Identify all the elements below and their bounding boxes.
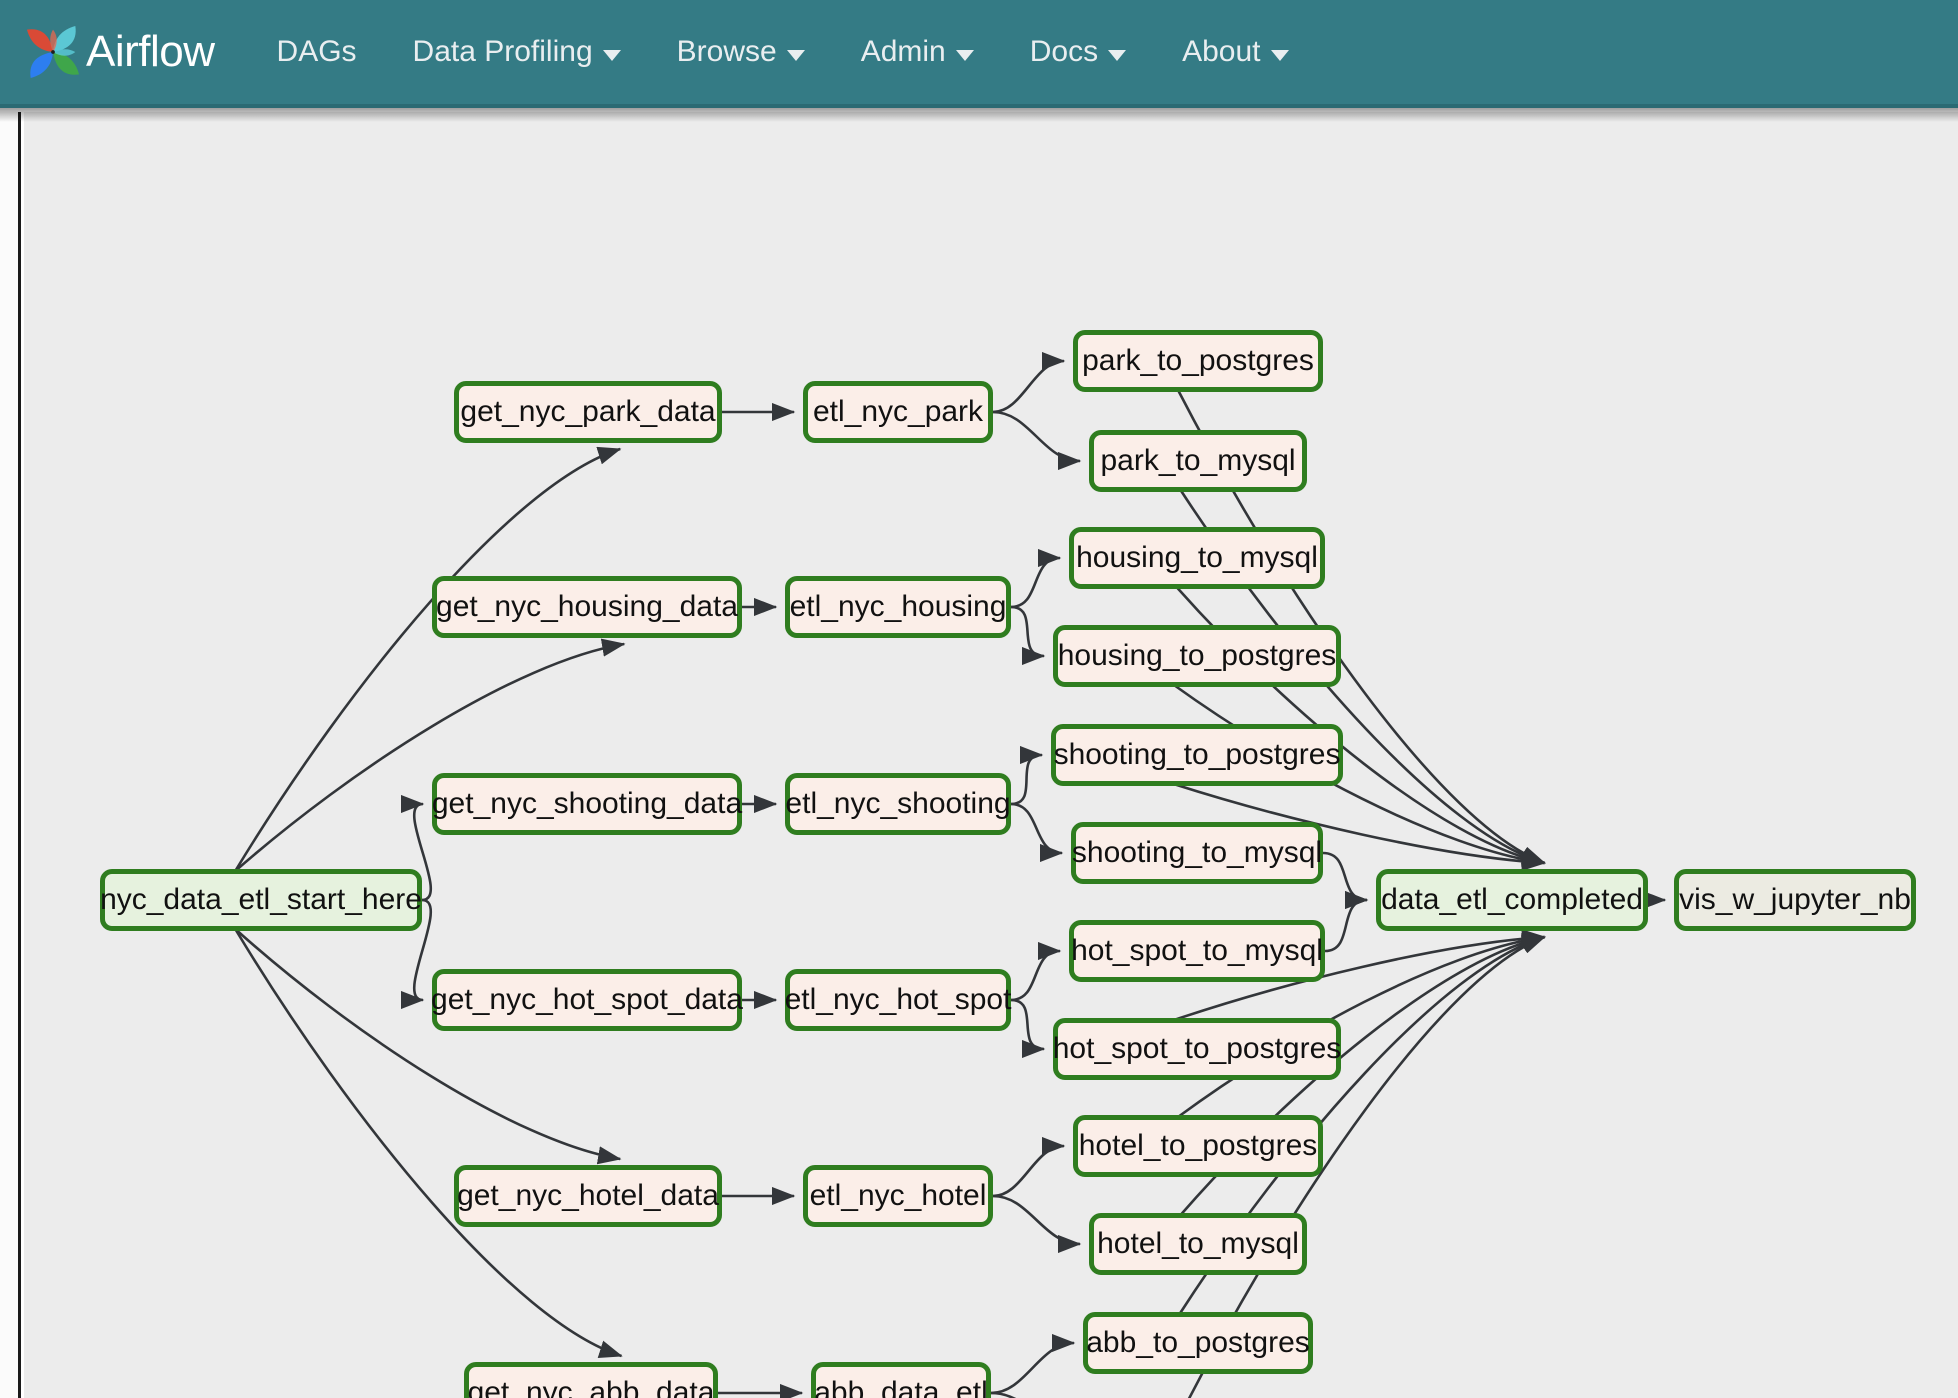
chevron-down-icon [955, 49, 974, 61]
dag-node-label: get_nyc_park_data [460, 395, 716, 428]
dag-node-label: hot_spot_to_mysql [1071, 934, 1323, 967]
page-body: nyc_data_etl_start_here get_nyc_park_data… [0, 112, 1958, 1398]
dag-node-label: park_to_postgres [1082, 344, 1314, 377]
dag-node-abb-data-etl[interactable]: abb_data_etl [811, 1362, 991, 1398]
nav-item-dags[interactable]: DAGs [249, 25, 385, 79]
dag-node-shooting-to-mysql[interactable]: shooting_to_mysql [1071, 822, 1323, 884]
brand-title: Airflow [86, 27, 215, 76]
dag-edge-abb-data-etl--abb-to-mysql [990, 1391, 1016, 1398]
nav-item-label: Browse [676, 35, 777, 68]
dag-node-get-nyc-hot-spot-data[interactable]: get_nyc_hot_spot_data [431, 969, 743, 1031]
dag-node-label: park_to_mysql [1100, 444, 1296, 477]
dag-node-etl-nyc-shooting[interactable]: etl_nyc_shooting [785, 773, 1011, 835]
nav-item-docs[interactable]: Docs [1002, 25, 1154, 79]
dag-node-label: hotel_to_mysql [1097, 1227, 1299, 1260]
dag-node-label: abb_data_etl [814, 1376, 988, 1398]
nav-item-label: About [1182, 35, 1261, 68]
dag-edge-nyc-data-etl-start-here--get-nyc-hotel-data [234, 928, 622, 1165]
dag-graph-canvas[interactable]: nyc_data_etl_start_here get_nyc_park_data… [24, 112, 1958, 1398]
dag-node-park-to-mysql[interactable]: park_to_mysql [1089, 430, 1307, 492]
dag-node-hotel-to-mysql[interactable]: hotel_to_mysql [1089, 1213, 1307, 1275]
nav-item-label: Admin [860, 35, 946, 68]
dag-node-get-nyc-hotel-data[interactable]: get_nyc_hotel_data [454, 1165, 722, 1227]
dag-edge-etl-nyc-shooting--shooting-to-postgres [1010, 745, 1044, 806]
dag-node-hotel-to-postgres[interactable]: hotel_to_postgres [1073, 1115, 1323, 1177]
dag-node-label: hotel_to_postgres [1078, 1129, 1318, 1162]
dag-edge-etl-nyc-hot-spot--hot-spot-to-postgres [1010, 998, 1046, 1059]
dag-node-get-nyc-park-data[interactable]: get_nyc_park_data [454, 381, 722, 443]
dag-node-label: get_nyc_abb_data [467, 1376, 715, 1398]
nav-item-label: Docs [1029, 35, 1099, 68]
dag-edge-etl-nyc-park--park-to-postgres [992, 351, 1066, 414]
dag-node-data-etl-completed[interactable]: data_etl_completed [1376, 869, 1648, 931]
dag-node-abb-to-postgres[interactable]: abb_to_postgres [1083, 1312, 1313, 1374]
dag-node-shooting-to-postgres[interactable]: shooting_to_postgres [1051, 724, 1343, 786]
dag-node-etl-nyc-hotel[interactable]: etl_nyc_hotel [803, 1165, 993, 1227]
dag-node-label: get_nyc_hot_spot_data [431, 983, 743, 1016]
dag-node-label: etl_nyc_park [812, 395, 984, 428]
dag-node-get-nyc-shooting-data[interactable]: get_nyc_shooting_data [432, 773, 742, 835]
dag-node-label: housing_to_mysql [1076, 541, 1318, 574]
dag-node-label: get_nyc_shooting_data [431, 787, 743, 820]
dag-node-get-nyc-housing-data[interactable]: get_nyc_housing_data [432, 576, 742, 638]
dag-node-etl-nyc-housing[interactable]: etl_nyc_housing [785, 576, 1011, 638]
nav-item-label: DAGs [276, 35, 357, 68]
nav-item-data-profiling[interactable]: Data Profiling [385, 25, 649, 79]
chevron-down-icon [786, 49, 805, 61]
dag-node-nyc-data-etl-start-here[interactable]: nyc_data_etl_start_here [100, 869, 422, 931]
dag-edge-abb-data-etl--abb-to-postgres [990, 1333, 1076, 1395]
dag-node-label: shooting_to_postgres [1053, 738, 1341, 771]
brand-home-link[interactable]: Airflow [22, 21, 215, 83]
dag-node-label: get_nyc_housing_data [436, 590, 738, 623]
dag-node-vis-w-jupyter-nb[interactable]: vis_w_jupyter_nb [1674, 869, 1916, 931]
dag-node-label: housing_to_postgres [1057, 639, 1337, 672]
chevron-down-icon [1108, 49, 1127, 61]
dag-node-get-nyc-abb-data[interactable]: get_nyc_abb_data [464, 1362, 718, 1398]
dag-edge-etl-nyc-park--park-to-mysql [992, 410, 1082, 471]
dag-node-park-to-postgres[interactable]: park_to_postgres [1073, 330, 1323, 392]
dag-node-label: nyc_data_etl_start_here [100, 883, 422, 916]
dag-node-housing-to-postgres[interactable]: housing_to_postgres [1053, 625, 1341, 687]
dag-edge-etl-nyc-hotel--hotel-to-postgres [992, 1136, 1066, 1198]
dag-node-label: hot_spot_to_postgres [1052, 1032, 1342, 1065]
nav-item-label: Data Profiling [412, 35, 593, 68]
dag-edge-hot-spot-to-mysql--data-etl-completed [1324, 890, 1369, 953]
dag-edge-etl-nyc-housing--housing-to-mysql [1010, 548, 1062, 609]
chevron-down-icon [602, 49, 621, 61]
dag-node-label: data_etl_completed [1381, 883, 1643, 916]
top-navbar: Airflow DAGs Data Profiling Browse Admin… [0, 0, 1958, 108]
nav-item-admin[interactable]: Admin [833, 25, 1002, 79]
dag-edge-nyc-data-etl-start-here--get-nyc-housing-data [234, 638, 626, 872]
dag-edge-etl-nyc-hot-spot--hot-spot-to-mysql [1010, 941, 1062, 1002]
dag-edge-etl-nyc-shooting--shooting-to-mysql [1010, 802, 1064, 863]
dag-node-label: etl_nyc_hot_spot [784, 983, 1012, 1016]
dag-node-hot-spot-to-postgres[interactable]: hot_spot_to_postgres [1053, 1018, 1341, 1080]
dag-node-label: vis_w_jupyter_nb [1679, 883, 1911, 916]
dag-edge-etl-nyc-housing--housing-to-postgres [1010, 605, 1046, 666]
dag-node-label: etl_nyc_hotel [809, 1179, 987, 1212]
dag-node-label: etl_nyc_housing [789, 590, 1007, 623]
navbar-menu: DAGs Data Profiling Browse Admin Docs Ab… [249, 25, 1317, 79]
dag-node-label: shooting_to_mysql [1071, 836, 1323, 869]
nav-item-browse[interactable]: Browse [649, 25, 833, 79]
dag-graph-viewport: nyc_data_etl_start_here get_nyc_park_data… [24, 112, 1958, 1398]
chevron-down-icon [1270, 49, 1289, 61]
dag-edge-etl-nyc-hotel--hotel-to-mysql [992, 1194, 1082, 1254]
nav-item-about[interactable]: About [1154, 25, 1316, 79]
dag-node-etl-nyc-park[interactable]: etl_nyc_park [803, 381, 993, 443]
airflow-pinwheel-logo-icon [22, 21, 84, 83]
page-left-gutter [0, 112, 21, 1398]
dag-node-label: etl_nyc_shooting [785, 787, 1011, 820]
dag-node-hot-spot-to-mysql[interactable]: hot_spot_to_mysql [1069, 920, 1325, 982]
dag-node-etl-nyc-hot-spot[interactable]: etl_nyc_hot_spot [785, 969, 1011, 1031]
dag-node-label: get_nyc_hotel_data [457, 1179, 719, 1212]
dag-node-label: abb_to_postgres [1086, 1326, 1310, 1359]
dag-node-housing-to-mysql[interactable]: housing_to_mysql [1069, 527, 1325, 589]
dag-edge-shooting-to-mysql--data-etl-completed [1322, 851, 1369, 910]
